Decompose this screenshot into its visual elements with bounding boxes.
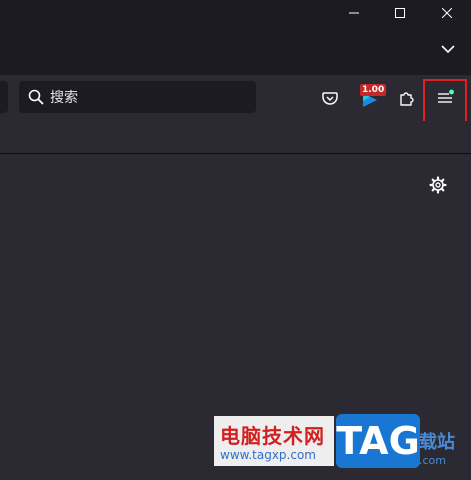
watermark-right-text: 载站 [419,432,455,453]
gear-icon [429,176,447,194]
list-all-tabs-button[interactable] [425,36,471,62]
watermark-title: 电脑技术网 [220,424,325,448]
puzzle-icon [400,92,414,106]
chevron-down-icon [441,45,455,53]
personalize-settings-button[interactable] [428,175,448,195]
watermark-url: www.tagxp.com [220,448,316,462]
close-button[interactable] [424,0,470,26]
pocket-icon [322,92,338,105]
pocket-button[interactable] [316,84,344,112]
search-icon [28,89,44,105]
minimize-icon [349,12,359,14]
toolbar-spacer [0,121,471,153]
search-placeholder: 搜索 [50,89,78,105]
watermark-tag-logo: TAG [336,414,420,468]
search-bar[interactable]: 搜索 [19,81,256,113]
minimize-button[interactable] [331,0,377,26]
site-watermark: 电脑技术网 www.tagxp.com TAG 载站 .com [214,414,471,480]
url-bar-edge[interactable] [0,81,8,113]
title-bar [0,0,471,75]
close-icon [442,8,452,18]
extension-badge: 1.00 [360,84,387,96]
watermark-right-url: .com [419,454,446,467]
maximize-button[interactable] [377,0,423,26]
extensions-button[interactable] [393,84,421,112]
maximize-icon [395,8,405,18]
